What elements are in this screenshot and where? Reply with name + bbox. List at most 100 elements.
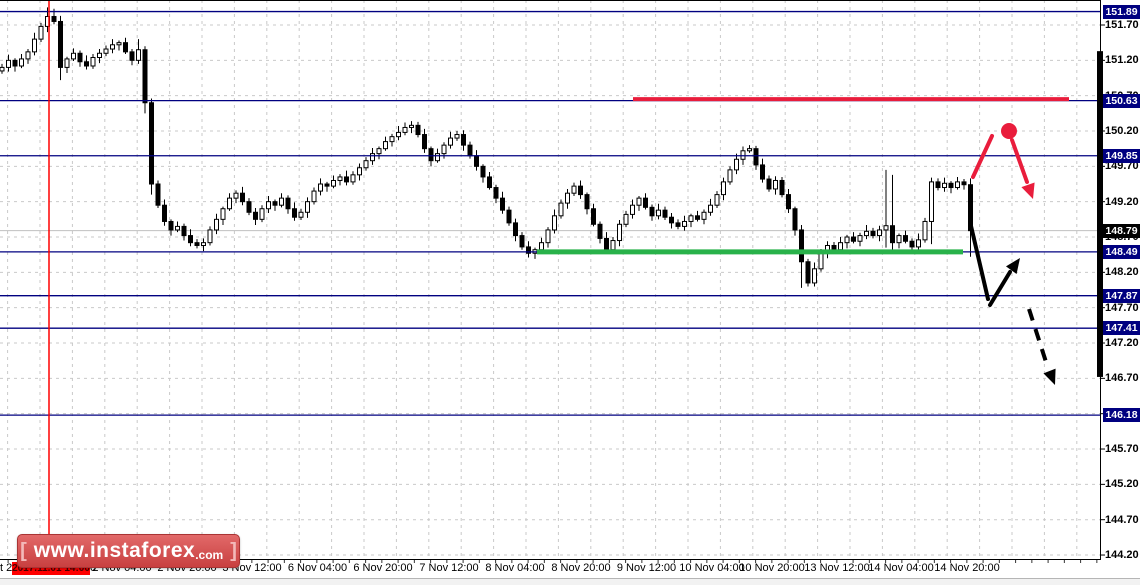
candle-body xyxy=(363,160,369,169)
red-down-arrow-shaft xyxy=(1010,138,1029,184)
candle-body xyxy=(435,153,440,162)
price-axis-label: 147.70 xyxy=(1105,301,1139,314)
candle-body xyxy=(123,42,128,53)
candle-body xyxy=(207,229,213,244)
candle-body xyxy=(220,208,226,220)
black-up-arrow-shaft xyxy=(988,270,1012,307)
candle-body xyxy=(474,155,479,167)
candle-body xyxy=(285,197,291,210)
candle-body xyxy=(389,136,395,143)
candle-body xyxy=(675,222,681,227)
candle-body xyxy=(812,268,817,284)
candle-body xyxy=(38,25,44,40)
candle-body xyxy=(6,59,11,68)
candle-body xyxy=(565,192,570,204)
candle-body xyxy=(714,194,720,206)
candle-body xyxy=(305,201,310,213)
price-axis-label: 144.70 xyxy=(1105,513,1139,526)
candle-body xyxy=(623,213,629,225)
price-level-badge: 151.89 xyxy=(1103,4,1140,19)
red-down-arrow-head xyxy=(1021,182,1035,199)
candle-body xyxy=(116,42,122,46)
candle-body xyxy=(799,229,804,263)
time-label-fragment: t 2 xyxy=(0,562,13,574)
price-level-badge: 147.87 xyxy=(1103,288,1140,303)
candle-body xyxy=(487,176,492,189)
instaforex-watermark: [www.instaforex .com] xyxy=(17,534,240,568)
candle-body xyxy=(584,194,590,210)
candle-body xyxy=(357,167,362,176)
time-axis-label: 14 Nov 04:00 xyxy=(868,562,934,574)
candle-body xyxy=(168,220,174,231)
candle-body xyxy=(500,197,505,211)
price-axis-label: 147.20 xyxy=(1105,337,1139,349)
candle-body xyxy=(721,181,726,196)
price-axis-label: 146.70 xyxy=(1105,372,1139,385)
candle-body xyxy=(857,235,863,242)
candle-body xyxy=(766,178,772,190)
candle-body xyxy=(727,169,733,183)
candle-body xyxy=(935,181,941,189)
candle-body xyxy=(578,185,583,196)
time-axis-label: 14 Nov 20:00 xyxy=(934,562,1000,574)
candle-body xyxy=(786,194,791,210)
candle-body xyxy=(883,225,889,231)
candle-body xyxy=(545,229,551,244)
candle-body xyxy=(64,58,70,68)
candle-body xyxy=(259,208,265,220)
candle-body xyxy=(448,137,453,146)
candle-body xyxy=(916,239,921,248)
price-level-badge: 147.41 xyxy=(1103,321,1140,336)
watermark-text: www.instaforex xyxy=(33,539,196,562)
candle-body xyxy=(968,184,973,232)
candle-body xyxy=(669,216,674,224)
candle-body xyxy=(604,237,609,251)
candle-body xyxy=(422,134,427,150)
candle-body xyxy=(890,225,895,244)
candle-body xyxy=(513,222,518,237)
candle-body xyxy=(90,57,96,67)
candle-body xyxy=(955,181,960,189)
candle-body xyxy=(25,51,31,60)
candle-body xyxy=(142,49,148,104)
price-axis-label: 149.20 xyxy=(1105,195,1139,208)
candle-body xyxy=(779,179,785,196)
black-dashed-arrow-shaft xyxy=(1027,308,1048,363)
candle-body xyxy=(643,197,648,208)
candle-body xyxy=(279,197,284,206)
red-reversal-dot xyxy=(1001,123,1017,139)
candle-body xyxy=(662,209,668,218)
candle-body xyxy=(272,201,278,206)
candle-body xyxy=(903,235,908,242)
candle-body xyxy=(838,242,843,251)
candle-body xyxy=(194,242,200,246)
candle-body xyxy=(110,44,115,50)
candle-body xyxy=(376,148,382,155)
time-axis-label: 10 Nov 04:00 xyxy=(679,562,745,574)
black-dashed-arrow-head xyxy=(1043,368,1056,385)
candle-body xyxy=(682,220,687,227)
candle-body xyxy=(32,38,37,53)
candle-body xyxy=(58,20,63,68)
candle-body xyxy=(0,66,5,72)
price-chart-canvas[interactable] xyxy=(0,0,1140,585)
candle-body xyxy=(636,197,642,206)
candle-body xyxy=(591,208,596,225)
price-axis-label: 144.20 xyxy=(1105,549,1139,562)
time-axis-label: 8 Nov 20:00 xyxy=(551,562,611,574)
candle-body xyxy=(909,240,915,248)
candle-body xyxy=(51,16,57,22)
candle-body xyxy=(253,211,258,220)
candle-body xyxy=(519,235,525,248)
candle-body xyxy=(402,126,408,133)
candle-body xyxy=(961,181,967,186)
candle-body xyxy=(630,204,635,215)
candle-body xyxy=(656,209,661,217)
time-axis-label: 6 Nov 04:00 xyxy=(287,562,348,574)
candle-body xyxy=(97,52,102,59)
price-axis-label: 150.20 xyxy=(1105,125,1139,137)
candle-body xyxy=(370,153,375,162)
candle-body xyxy=(129,51,135,61)
candle-body xyxy=(409,124,414,128)
candle-body xyxy=(539,242,544,251)
